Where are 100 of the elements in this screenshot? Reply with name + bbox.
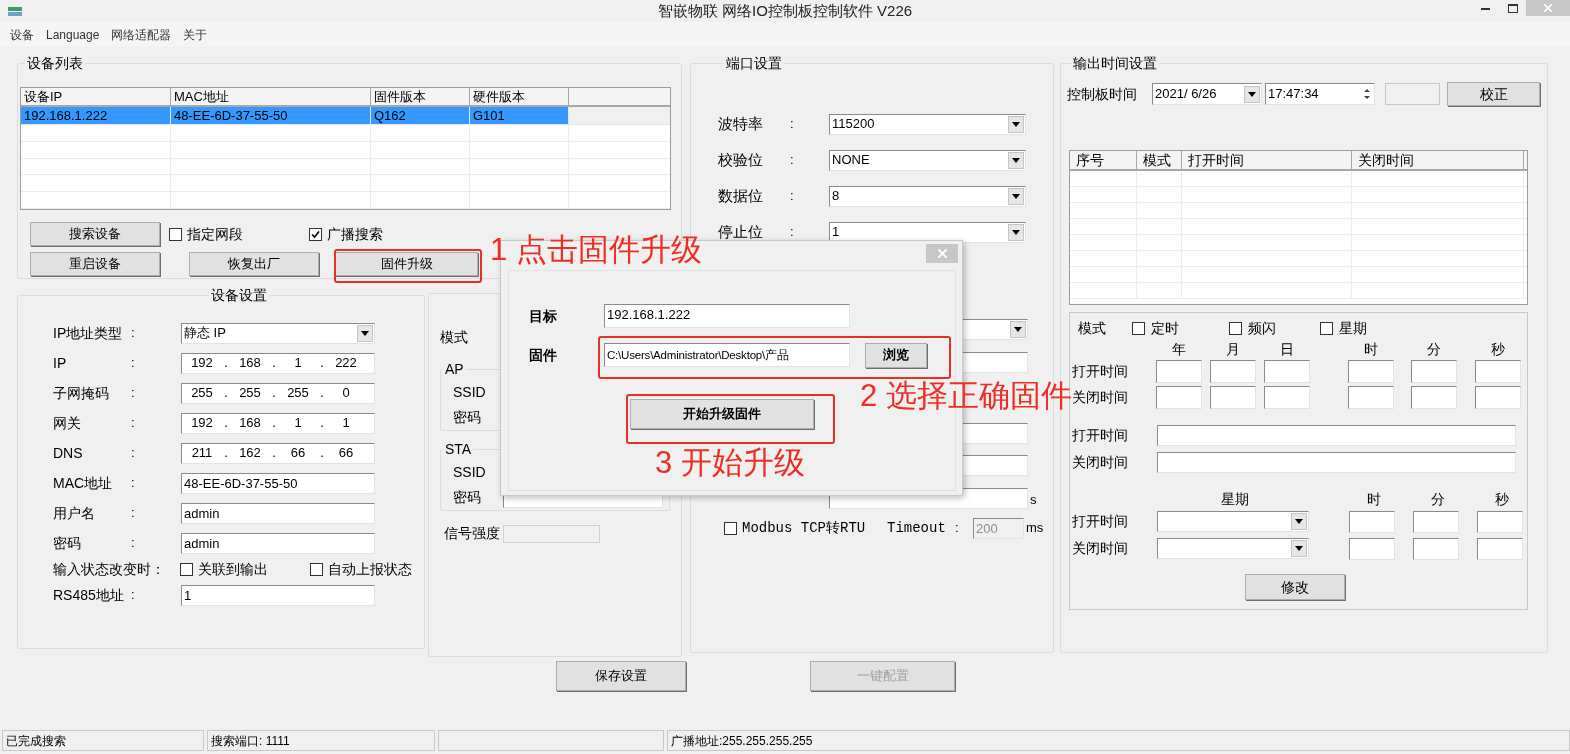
table-row[interactable]: 192.168.1.222 48-EE-6D-37-55-50 Q162 G101: [21, 107, 569, 124]
field-label: 关闭时间: [1072, 453, 1129, 472]
ip-separator: .: [319, 414, 325, 433]
field-label: 模式: [1077, 318, 1107, 338]
column-header[interactable]: 设备IP: [21, 88, 171, 105]
dropdown[interactable]: 静态 IP: [181, 322, 375, 344]
field-label: 打开时间: [1072, 512, 1129, 531]
ip-separator: .: [271, 354, 277, 373]
colon-label: :: [131, 324, 135, 343]
colon-label: :: [131, 504, 135, 523]
button[interactable]: 搜索设备: [30, 222, 160, 246]
ip-address-field[interactable]: 211 . 162 . 66 . 66: [181, 442, 375, 464]
ip-separator: .: [319, 354, 325, 373]
ip-octet: 168: [238, 354, 262, 373]
ip-separator: .: [223, 384, 229, 403]
button[interactable]: 开始升级固件: [630, 399, 814, 429]
field-label: 固件: [529, 345, 558, 365]
ip-octet: 192: [190, 354, 214, 373]
ip-separator: .: [319, 384, 325, 403]
field-label: 打开时间: [1072, 426, 1129, 445]
dropdown[interactable]: NONE: [829, 149, 1026, 171]
colon-label: :: [131, 384, 135, 403]
input-field[interactable]: C:\Users\Administrator\Desktop\产品: [604, 343, 850, 367]
table-cell: 192.168.1.222: [21, 107, 171, 124]
menu-item[interactable]: Language: [41, 25, 105, 44]
column-header[interactable]: MAC地址: [171, 88, 371, 105]
field-label: 用户名: [53, 503, 96, 523]
field-label: IP: [53, 353, 68, 373]
colon-label: :: [955, 519, 960, 538]
dropdown[interactable]: 115200: [829, 113, 1026, 135]
menu-item[interactable]: 设备: [5, 25, 39, 44]
ip-octet: 255: [286, 384, 310, 403]
ip-octet: 211: [190, 444, 214, 463]
colon-label: :: [131, 414, 135, 433]
field-label: 子网掩码: [53, 383, 110, 403]
group-title: AP: [444, 360, 465, 379]
ip-address-field[interactable]: 255 . 255 . 255 . 0: [181, 382, 375, 404]
field-label: 数据位: [718, 185, 764, 206]
field-label: RS485地址: [53, 585, 125, 605]
colon-label: :: [790, 187, 795, 206]
field-label: MAC地址: [53, 473, 114, 493]
column-header[interactable]: 打开时间: [1182, 151, 1352, 169]
colon-label: :: [131, 586, 135, 605]
field-label: IP地址类型: [53, 323, 124, 343]
colon-label: :: [131, 534, 135, 553]
button[interactable]: 保存设置: [556, 661, 686, 691]
ip-separator: .: [223, 354, 229, 373]
column-header[interactable]: 固件版本: [371, 88, 470, 105]
dropdown[interactable]: 1: [829, 221, 1026, 243]
colon-label: :: [790, 223, 795, 242]
annotation-text: 3 开始升级: [655, 444, 805, 482]
ip-octet: 255: [238, 384, 262, 403]
menu-item[interactable]: 网络适配器: [106, 25, 177, 44]
field-label: 密码: [453, 408, 482, 427]
ip-separator: .: [223, 414, 229, 433]
column-header[interactable]: 模式: [1137, 151, 1182, 169]
status-bar-segment: 广播地址:255.255.255.255: [667, 730, 1570, 751]
status-bar-segment: 已完成搜索: [2, 730, 204, 751]
dropdown[interactable]: 8: [829, 185, 1026, 207]
field-label: 信号强度: [444, 524, 500, 543]
input-field[interactable]: 48-EE-6D-37-55-50: [181, 472, 375, 494]
ip-address-field[interactable]: 192 . 168 . 1 . 1: [181, 412, 375, 434]
column-label: 秒: [1490, 339, 1506, 359]
colon-label: :: [131, 354, 135, 373]
ip-separator: .: [223, 444, 229, 463]
column-header[interactable]: 序号: [1070, 151, 1137, 169]
menu-item[interactable]: 关于: [178, 25, 213, 44]
field-label: 关闭时间: [1072, 387, 1129, 407]
button[interactable]: 重启设备: [30, 252, 160, 276]
input-field[interactable]: 192.168.1.222: [604, 304, 850, 328]
input-field[interactable]: admin: [181, 502, 375, 524]
ip-octet: 162: [238, 444, 262, 463]
column-label: 时: [1363, 339, 1379, 359]
checkbox-label: 指定网段: [187, 224, 243, 244]
input-field[interactable]: 1: [181, 584, 375, 606]
button[interactable]: 修改: [1245, 574, 1345, 600]
field-label: 输入状态改变时：: [53, 559, 166, 579]
colon-label: :: [790, 115, 795, 134]
column-header[interactable]: 硬件版本: [470, 88, 569, 105]
column-label: 分: [1430, 489, 1446, 509]
column-label: 年: [1171, 339, 1187, 359]
ip-separator: .: [271, 384, 277, 403]
button[interactable]: 恢复出厂: [189, 252, 319, 276]
button[interactable]: 校正: [1447, 82, 1540, 106]
field-label: 校验位: [718, 149, 764, 170]
field-label: Timeout: [887, 518, 947, 538]
column-label: 星期: [1220, 489, 1250, 509]
status-bar-segment: 搜索端口: 1111: [207, 730, 435, 751]
column-label: 月: [1225, 339, 1241, 359]
ip-address-field[interactable]: 192 . 168 . 1 . 222: [181, 352, 375, 374]
ip-separator: .: [319, 444, 325, 463]
field-label: 模式: [440, 328, 469, 347]
time-picker[interactable]: 17:47:34: [1265, 83, 1375, 105]
input-field[interactable]: admin: [181, 532, 375, 554]
button[interactable]: 浏览: [865, 342, 927, 368]
ip-octet: 1: [341, 414, 351, 433]
column-header[interactable]: 关闭时间: [1352, 151, 1524, 169]
date-picker[interactable]: 2021/ 6/26: [1152, 83, 1262, 105]
ip-octet: 1: [293, 354, 303, 373]
button[interactable]: 固件升级: [335, 252, 478, 276]
